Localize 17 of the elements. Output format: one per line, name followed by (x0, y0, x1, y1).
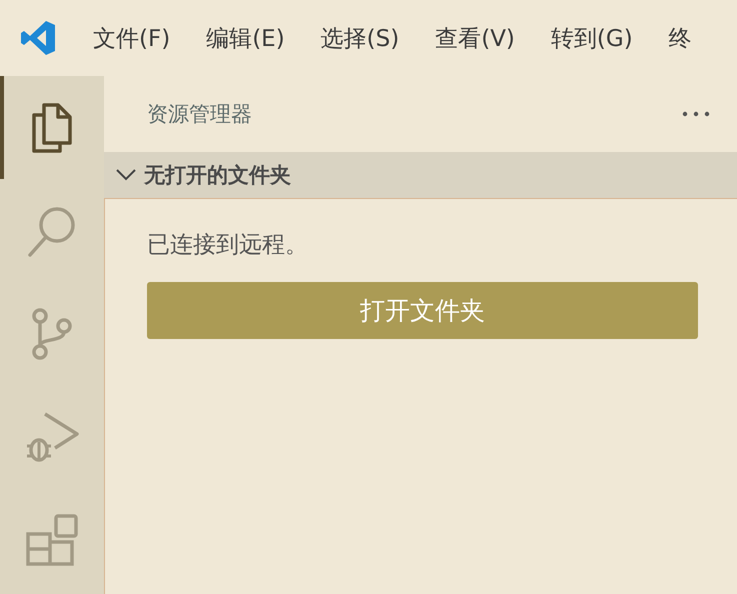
chevron-icon (116, 169, 136, 181)
menu-item[interactable]: 转到(G) (550, 22, 633, 54)
app-logo-icon (20, 20, 56, 56)
menu-item[interactable]: 编辑(E) (206, 22, 285, 54)
section-header[interactable]: 无打开的文件夹 (104, 152, 737, 198)
menu-item[interactable]: 选择(S) (320, 22, 400, 54)
extensions-icon (26, 514, 78, 566)
menu-item[interactable]: 终 (668, 22, 692, 54)
branch-icon (32, 308, 72, 360)
section-title: 无打开的文件夹 (144, 162, 291, 189)
menu-item[interactable]: 文件(F) (93, 22, 170, 54)
menu-item[interactable]: 查看(V) (435, 22, 515, 54)
search-icon (27, 204, 77, 256)
status-message: 已连接到远程。 (147, 231, 309, 260)
sidebar-title: 资源管理器 (147, 101, 252, 128)
more-icon[interactable] (682, 111, 710, 117)
play-bug-icon (25, 410, 79, 464)
